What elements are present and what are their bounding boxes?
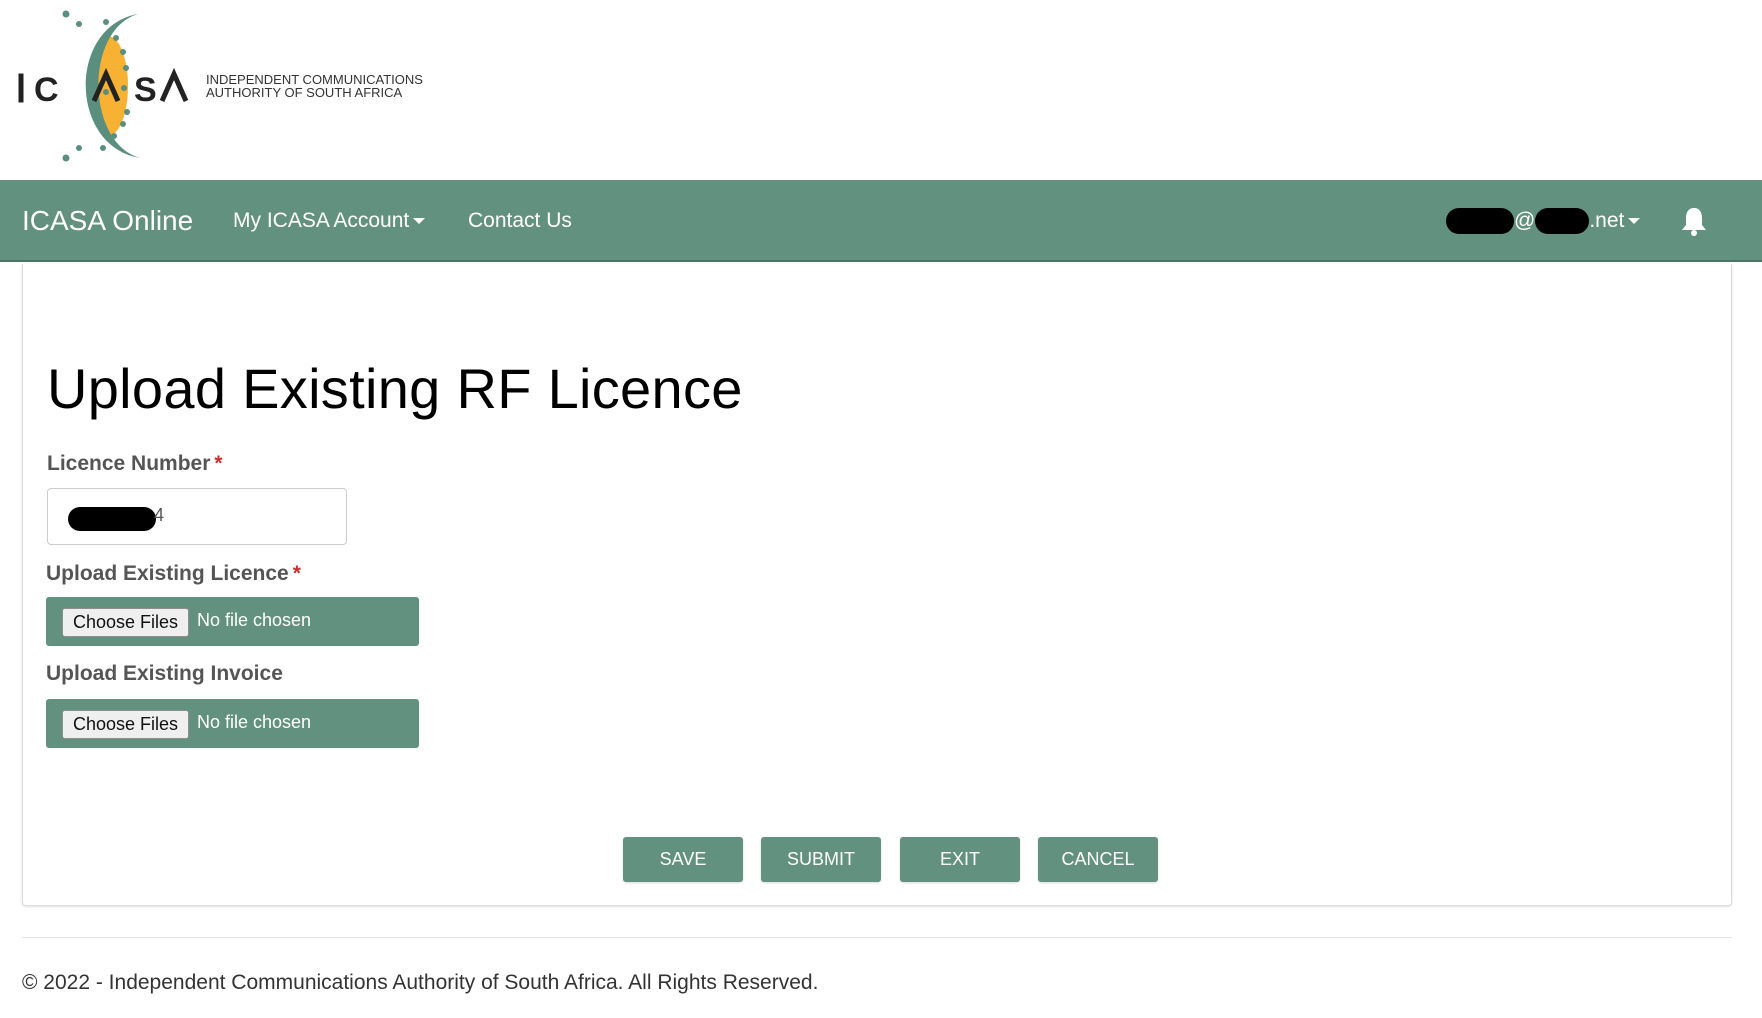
required-marker: * (214, 452, 223, 475)
page-title: Upload Existing RF Licence (47, 357, 743, 420)
svg-text:S: S (134, 71, 157, 109)
licence-number-value-tail: 4 (154, 505, 165, 525)
choose-files-button[interactable]: Choose Files (62, 608, 190, 637)
file-status-text: No file chosen (197, 712, 312, 732)
main-navbar: ICASA Online My ICASA Account Contact Us… (0, 180, 1762, 262)
upload-licence-file-input[interactable]: Choose Files No file chosen (46, 597, 419, 646)
logo-tagline-2: AUTHORITY OF SOUTH AFRICA (206, 85, 403, 100)
required-marker: * (292, 562, 301, 585)
choose-files-button[interactable]: Choose Files (62, 710, 190, 739)
footer-divider (22, 937, 1732, 938)
submit-button[interactable]: SUBMIT (761, 837, 881, 882)
save-button[interactable]: SAVE (623, 837, 743, 882)
user-email-at: @ (1514, 209, 1536, 232)
chevron-down-icon (1628, 218, 1641, 225)
upload-invoice-label-text: Upload Existing Invoice (46, 662, 283, 685)
icasa-logo[interactable]: C S INDEPENDENT COMMUNICATIONS AUTHORITY… (16, 8, 456, 164)
nav-contact-us-label: Contact Us (468, 209, 572, 232)
user-email-suffix: .net (1589, 209, 1625, 232)
file-status-text: No file chosen (197, 610, 312, 630)
licence-number-label-text: Licence Number (47, 452, 211, 475)
upload-licence-label: Upload Existing Licence * (46, 562, 301, 586)
upload-licence-panel: Upload Existing RF Licence Licence Numbe… (22, 264, 1732, 906)
redacted-domain (1535, 208, 1590, 235)
logo-letters: C (34, 71, 69, 109)
upload-invoice-file-input[interactable]: Choose Files No file chosen (46, 699, 419, 748)
cancel-button[interactable]: CANCEL (1038, 837, 1158, 882)
licence-number-input[interactable]: 4 (47, 488, 347, 545)
nav-my-icasa-account-label: My ICASA Account (233, 209, 410, 232)
navbar-brand[interactable]: ICASA Online (22, 180, 193, 262)
nav-my-icasa-account[interactable]: My ICASA Account (233, 180, 426, 262)
nav-contact-us[interactable]: Contact Us (468, 180, 572, 262)
user-account-menu[interactable]: @ .net (1446, 180, 1641, 262)
exit-button[interactable]: EXIT (900, 837, 1020, 882)
upload-licence-label-text: Upload Existing Licence (46, 562, 289, 585)
chevron-down-icon (413, 218, 426, 225)
redacted-licence-number (68, 507, 156, 531)
footer-copyright: © 2022 - Independent Communications Auth… (22, 971, 819, 994)
icasa-logo-graphic: C S INDEPENDENT COMMUNICATIONS AUTHORITY… (18, 10, 423, 162)
site-header: C S INDEPENDENT COMMUNICATIONS AUTHORITY… (0, 0, 1762, 180)
bell-icon[interactable] (1678, 205, 1710, 237)
licence-number-label: Licence Number * (47, 452, 223, 476)
upload-invoice-label: Upload Existing Invoice (46, 662, 283, 686)
redacted-username (1446, 208, 1514, 235)
